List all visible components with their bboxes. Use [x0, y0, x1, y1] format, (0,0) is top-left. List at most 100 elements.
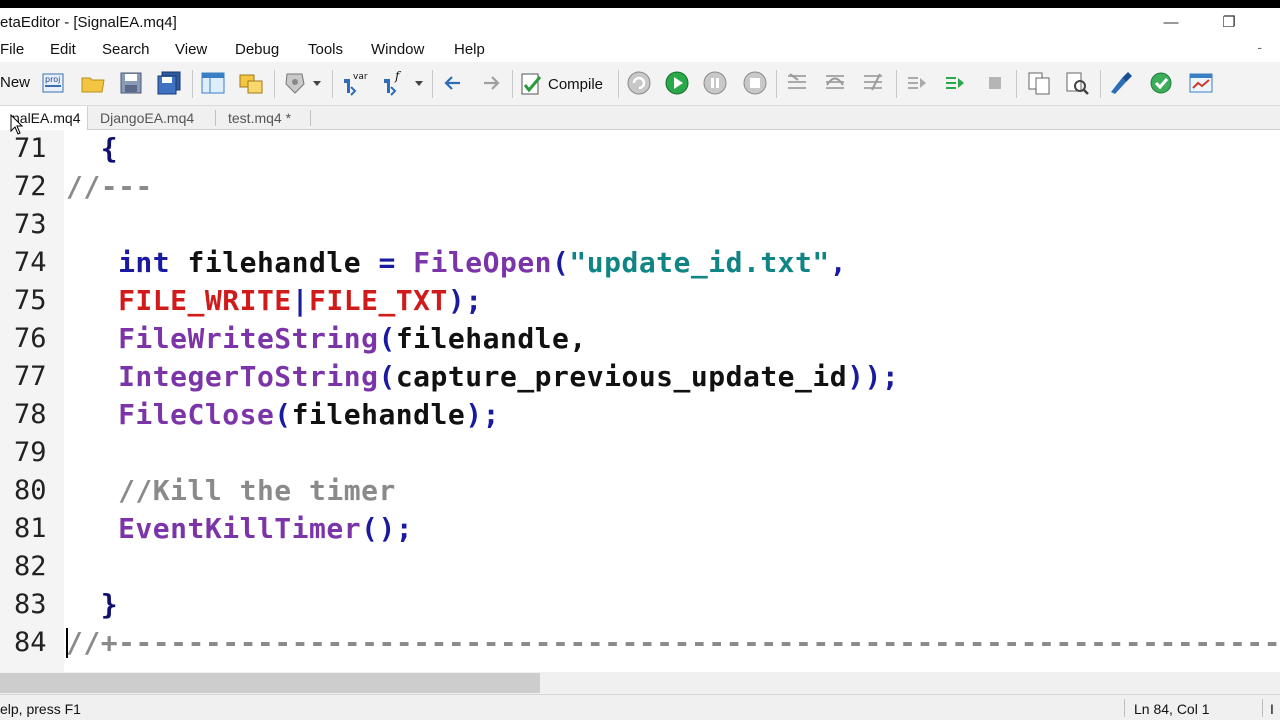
paren: ( — [274, 398, 292, 431]
menu-search[interactable]: Search — [102, 41, 150, 58]
tab-djangoea[interactable]: DjangoEA.mq4 — [100, 106, 210, 130]
code-text: FILE_WRITE|FILE_TXT); — [66, 282, 483, 320]
code-line: 73 — [0, 206, 1280, 244]
save-all-icon[interactable] — [154, 68, 184, 98]
mouse-pointer-icon — [10, 114, 24, 135]
new-button[interactable]: New — [0, 74, 30, 91]
paren: ( — [378, 322, 396, 355]
menu-debug[interactable]: Debug — [235, 41, 279, 58]
operator: | — [291, 284, 310, 317]
terminal-icon[interactable] — [1186, 68, 1216, 98]
styler-dropdown-icon[interactable] — [308, 68, 326, 98]
tab-label: DjangoEA.mq4 — [100, 110, 195, 126]
code-line: 78 FileClose(filehandle); — [0, 396, 1280, 434]
find-icon[interactable] — [1062, 68, 1092, 98]
back-arrow-icon[interactable] — [438, 68, 468, 98]
line-number: 79 — [14, 437, 47, 468]
toolbar-separator — [432, 70, 433, 98]
line-number: 82 — [14, 551, 47, 582]
clone-icon[interactable] — [1024, 68, 1054, 98]
code-line: 80 //Kill the timer — [0, 472, 1280, 510]
line-number: 77 — [14, 361, 47, 392]
toolbar-separator — [618, 70, 619, 98]
menu-file[interactable]: File — [0, 41, 24, 58]
paren: ( — [552, 246, 570, 279]
var-label: var — [353, 72, 368, 82]
menu-edit[interactable]: Edit — [50, 41, 76, 58]
minimize-button[interactable]: — — [1156, 12, 1186, 34]
compile-icon — [521, 73, 542, 95]
cursor-position: Ln 84, Col 1 — [1134, 701, 1210, 717]
toolbox-icon[interactable] — [236, 68, 266, 98]
remove-breakpoint-icon[interactable] — [980, 68, 1010, 98]
document-tabs: nalEA.mq4 DjangoEA.mq4 test.mq4 * — [0, 106, 1280, 130]
toolbar-separator — [512, 70, 513, 98]
compile-button[interactable]: Compile — [518, 68, 614, 100]
toolbar-separator — [776, 70, 777, 98]
paren: (); — [361, 512, 414, 545]
step-into-icon[interactable] — [782, 68, 812, 98]
horizontal-scrollbar[interactable] — [0, 672, 1280, 694]
code-line: 75 FILE_WRITE|FILE_TXT); — [0, 282, 1280, 320]
step-out-icon[interactable] — [858, 68, 888, 98]
start-debug-icon[interactable] — [662, 68, 692, 98]
navigator-icon[interactable] — [198, 68, 228, 98]
toggle-breakpoint-icon[interactable] — [902, 68, 932, 98]
code-line: 76 FileWriteString(filehandle, — [0, 320, 1280, 358]
comma: , — [829, 246, 848, 279]
tab-test[interactable]: test.mq4 * — [228, 106, 328, 130]
open-folder-icon[interactable] — [78, 68, 108, 98]
code-text: { — [66, 130, 118, 168]
line-number: 75 — [14, 285, 47, 316]
scrollbar-thumb[interactable] — [0, 673, 540, 693]
operator: = — [378, 246, 396, 279]
metaquotes-icon[interactable] — [1106, 68, 1136, 98]
code-line: 82 — [0, 548, 1280, 586]
code-line: 79 — [0, 434, 1280, 472]
start-real-icon[interactable] — [624, 68, 654, 98]
step-over-icon[interactable] — [820, 68, 850, 98]
paren: )); — [847, 360, 900, 393]
document-close-button[interactable]: - — [1257, 39, 1262, 55]
code-text: IntegerToString(capture_previous_update_… — [66, 358, 899, 396]
function-name: FileOpen — [395, 246, 553, 279]
compile-label: Compile — [548, 75, 604, 93]
code-line: 74 int filehandle = FileOpen("update_id.… — [0, 244, 1280, 282]
type-keyword: int — [118, 246, 171, 279]
menu-bar: File Edit Search View Debug Tools Window… — [0, 38, 1280, 62]
identifier: capture_previous_update_id — [395, 360, 848, 393]
restore-button[interactable]: ❐ — [1214, 12, 1244, 34]
screen-top-edge — [0, 0, 1280, 8]
paren: ); — [447, 284, 483, 317]
insert-variable-icon[interactable]: var — [340, 68, 370, 98]
stop-icon[interactable] — [740, 68, 770, 98]
code-line: 83 } — [0, 586, 1280, 624]
line-number: 76 — [14, 323, 47, 354]
save-icon[interactable] — [116, 68, 146, 98]
svg-text:f: f — [394, 69, 402, 83]
forward-arrow-icon[interactable] — [476, 68, 506, 98]
project-icon[interactable]: proj — [38, 68, 68, 98]
identifier: filehandle — [291, 398, 466, 431]
code-text: FileWriteString(filehandle, — [66, 320, 587, 358]
check-icon[interactable] — [1146, 68, 1176, 98]
menu-view[interactable]: View — [175, 41, 207, 58]
toolbar-separator — [192, 70, 193, 98]
insert-dropdown-icon[interactable] — [410, 68, 428, 98]
status-extra: I — [1270, 701, 1274, 717]
code-editor[interactable]: 71 { 72 //--- 73 74 int filehandle = Fil… — [0, 130, 1280, 672]
code-line: 71 { — [0, 130, 1280, 168]
styler-icon[interactable] — [280, 68, 310, 98]
tab-separator — [310, 110, 311, 126]
status-separator — [1124, 699, 1125, 717]
menu-help[interactable]: Help — [454, 41, 485, 58]
menu-tools[interactable]: Tools — [308, 41, 343, 58]
go-to-icon[interactable] — [940, 68, 970, 98]
insert-function-icon[interactable]: f — [380, 68, 410, 98]
window-title: etaEditor - [SignalEA.mq4] — [0, 14, 177, 31]
pause-icon[interactable] — [700, 68, 730, 98]
function-name: EventKillTimer — [118, 512, 362, 545]
toolbar-separator — [1100, 70, 1101, 98]
menu-window[interactable]: Window — [371, 41, 424, 58]
toolbar-separator — [896, 70, 897, 98]
